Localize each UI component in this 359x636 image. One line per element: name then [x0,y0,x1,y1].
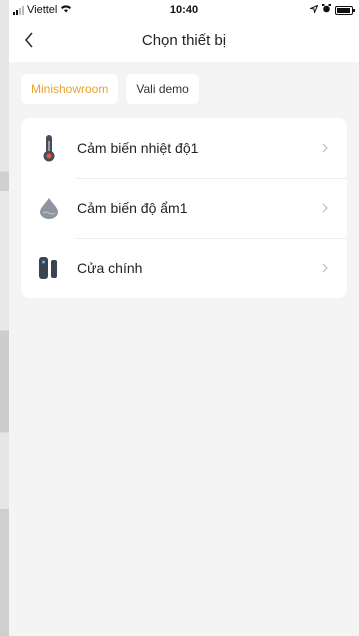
status-bar: Viettel 10:40 [9,0,359,20]
tab-vali-demo[interactable]: Vali demo [126,74,199,104]
battery-icon [335,5,355,15]
page-title: Chọn thiết bị [141,32,227,49]
status-time: 10:40 [169,4,199,16]
device-list: Cảm biến nhiệt độ1 Cảm biến độ ẩm1 Cửa c… [21,118,347,298]
room-tabs: Minishowroom Vali demo [9,62,359,104]
app-screen: Viettel 10:40 Chọn thiết bị Minishowroom… [9,0,359,636]
list-item[interactable]: Cảm biến nhiệt độ1 [21,118,347,178]
device-name: Cảm biến độ ẩm1 [77,200,188,216]
nav-bar: Chọn thiết bị [9,20,359,62]
door-sensor-icon [37,254,61,282]
device-name: Cửa chính [77,260,143,276]
list-item[interactable]: Cửa chính [21,238,347,298]
list-item[interactable]: Cảm biến độ ẩm1 [21,178,347,238]
thermometer-icon [37,134,61,162]
status-right [308,4,355,16]
left-edge-strip [0,0,9,636]
chevron-right-icon [315,263,335,273]
device-name: Cảm biến nhiệt độ1 [77,140,199,156]
tab-minishowroom[interactable]: Minishowroom [21,74,119,104]
location-icon [308,4,319,16]
alarm-icon [322,4,331,16]
chevron-right-icon [315,203,335,213]
water-drop-icon [37,194,61,222]
chevron-right-icon [315,143,335,153]
